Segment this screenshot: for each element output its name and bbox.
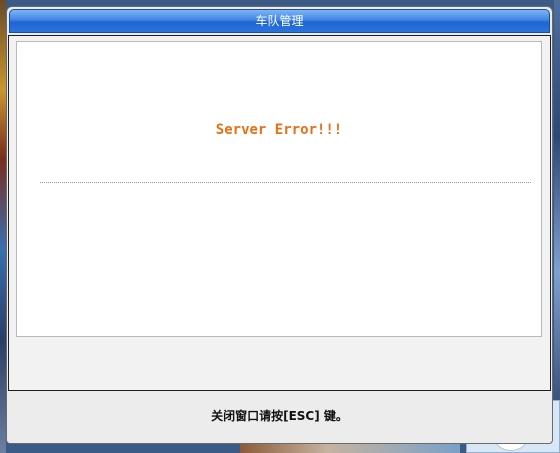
team-management-dialog: 车队管理 Server Error!!! 关闭窗口请按[ESC] 键。 [6,6,553,444]
dotted-divider [40,182,531,183]
dialog-content-frame: Server Error!!! [8,35,551,391]
server-error-message: Server Error!!! [215,122,343,138]
background-game-scene-right [554,0,560,453]
message-panel: Server Error!!! [16,41,542,337]
close-hint-text: 关闭窗口请按[ESC] 键。 [211,409,348,423]
dialog-title[interactable]: 车队管理 [9,9,550,33]
